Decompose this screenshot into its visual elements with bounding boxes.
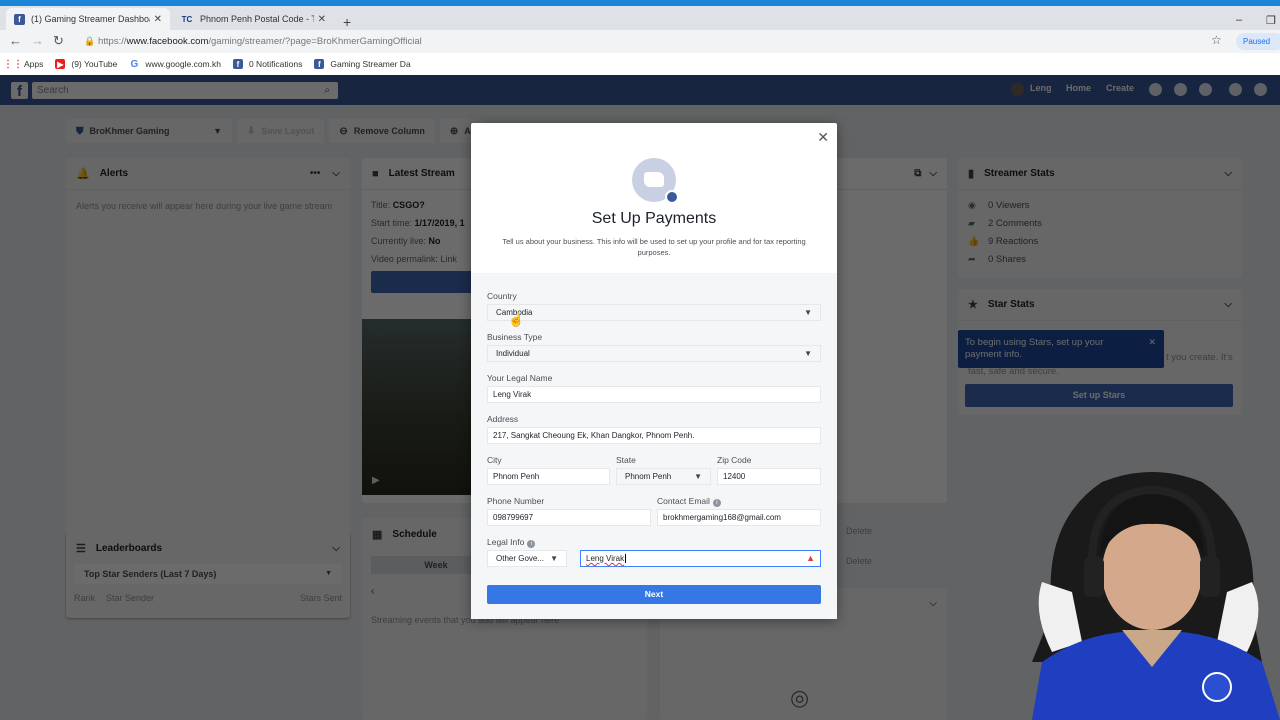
bookmark-label: Gaming Streamer Da [330, 59, 411, 69]
apps-grid-icon: ⋮⋮ [3, 58, 23, 70]
bookmark-notifications[interactable]: f 0 Notifications [232, 59, 303, 69]
business-type-label: Business Type [487, 332, 543, 342]
restore-icon[interactable]: ❐ [1266, 14, 1276, 27]
bookmark-label: 0 Notifications [248, 59, 303, 69]
profile-paused-button[interactable]: Paused [1236, 33, 1280, 50]
phone-label: Phone Number [487, 496, 545, 506]
hand-cursor-icon: ☝ [508, 312, 525, 327]
legal-id-input[interactable]: Leng Virak ▲ [580, 550, 821, 567]
legal-id-value: Leng Virak [586, 554, 625, 563]
facebook-icon: f [232, 59, 243, 69]
bookmark-google[interactable]: G www.google.com.kh [129, 58, 221, 70]
headset-left-cup [1084, 557, 1104, 597]
url-host: www.facebook.com [126, 36, 209, 47]
reload-icon[interactable]: ↻ [53, 33, 64, 49]
phone-input[interactable]: 098799697 [487, 509, 651, 526]
webcam-overlay [1032, 472, 1280, 720]
set-up-payments-dialog: ✕ Set Up Payments Tell us about your bus… [471, 123, 837, 619]
info-icon[interactable]: i [712, 499, 721, 507]
country-label: Country [487, 291, 517, 301]
minimize-icon[interactable]: – [1236, 14, 1242, 26]
state-label: State [616, 455, 636, 465]
email-label-text: Contact Email [657, 496, 710, 506]
flag-shape [644, 172, 664, 187]
legal-name-label: Your Legal Name [487, 373, 553, 383]
tab-label: Phnom Penh Postal Code - Tours [200, 14, 314, 24]
headset-right-cup [1200, 557, 1220, 597]
bookmarks-bar: ⋮⋮ Apps ▶ (9) YouTube G www.google.com.k… [0, 53, 1280, 75]
caret-down-icon: ▼ [550, 554, 558, 563]
new-tab-button[interactable]: + [343, 14, 351, 30]
legal-info-label-text: Legal Info [487, 537, 525, 547]
address-input[interactable]: 217, Sangkat Cheoung Ek, Khan Dangkor, P… [487, 427, 821, 444]
country-select[interactable]: Cambodia ▼ [487, 304, 821, 321]
facebook-icon: f [14, 13, 25, 25]
youtube-icon: ▶ [55, 59, 66, 69]
forward-icon[interactable]: → [31, 33, 44, 48]
close-tab-icon[interactable]: ✕ [154, 14, 162, 25]
zip-input[interactable]: 12400 [717, 468, 821, 485]
bookmark-gaming-streamer[interactable]: f Gaming Streamer Da [314, 59, 411, 69]
tc-icon: TC [181, 14, 193, 24]
tab-gaming-dashboard[interactable]: f (1) Gaming Streamer Dashboard ✕ [6, 8, 170, 30]
city-input[interactable]: Phnom Penh [487, 468, 610, 485]
address-label: Address [487, 414, 519, 424]
bookmark-apps[interactable]: ⋮⋮ Apps [3, 58, 44, 70]
payments-flag-icon [632, 158, 679, 204]
caret-down-icon: ▼ [804, 349, 812, 358]
back-icon[interactable]: ← [9, 33, 22, 48]
tab-postal-code[interactable]: TC Phnom Penh Postal Code - Tours ✕ [172, 8, 334, 30]
caret-down-icon: ▼ [694, 472, 702, 481]
payment-form: Country Cambodia ▼ Business Type Individ… [471, 273, 837, 619]
bookmark-youtube[interactable]: ▶ (9) YouTube [55, 59, 117, 69]
lock-icon: 🔒 [84, 36, 96, 46]
state-select[interactable]: Phnom Penh ▼ [616, 468, 711, 485]
address-bar-row: ← → ↻ 🔒 https://www.facebook.com/gaming/… [0, 30, 1280, 53]
tab-bar: f (1) Gaming Streamer Dashboard ✕ TC Phn… [0, 6, 1280, 30]
legal-id-type-value: Other Gove... [496, 554, 545, 563]
business-type-select[interactable]: Individual ▼ [487, 345, 821, 362]
contact-email-input[interactable]: brokhmergaming168@gmail.com [657, 509, 821, 526]
jersey-crest [1202, 672, 1232, 702]
bookmark-label: www.google.com.kh [145, 59, 221, 69]
google-icon: G [130, 58, 139, 70]
info-icon[interactable]: i [527, 540, 536, 548]
legal-info-label: Legal Info i [487, 537, 536, 548]
url-path: /gaming/streamer/?page=BroKhmerGamingOff… [208, 36, 422, 47]
dialog-subtitle: Tell us about your business. This info w… [502, 237, 806, 257]
caret-down-icon: ▼ [804, 308, 812, 317]
zip-label: Zip Code [717, 455, 752, 465]
close-icon[interactable]: ✕ [817, 129, 829, 146]
business-type-value: Individual [496, 349, 530, 358]
state-value: Phnom Penh [625, 472, 672, 481]
dialog-title: Set Up Payments [591, 210, 717, 227]
city-label: City [487, 455, 502, 465]
legal-id-type-select[interactable]: Other Gove... ▼ [487, 550, 567, 567]
url-input[interactable]: 🔒 https://www.facebook.com/gaming/stream… [78, 32, 1228, 51]
bookmark-label: (9) YouTube [71, 59, 118, 69]
warning-icon: ▲ [806, 553, 815, 563]
url-scheme: https:// [98, 36, 127, 47]
facebook-icon: f [314, 59, 325, 69]
briefcase-badge-icon [665, 190, 679, 204]
contact-email-label: Contact Email i [657, 496, 721, 507]
next-button[interactable]: Next [487, 585, 821, 604]
legal-name-input[interactable]: Leng Virak [487, 386, 821, 403]
text-caret [625, 554, 627, 563]
bookmark-star-icon[interactable]: ☆ [1211, 33, 1222, 47]
close-tab-icon[interactable]: ✕ [318, 14, 326, 25]
tab-label: (1) Gaming Streamer Dashboard [31, 14, 150, 24]
bookmark-label: Apps [24, 59, 44, 69]
